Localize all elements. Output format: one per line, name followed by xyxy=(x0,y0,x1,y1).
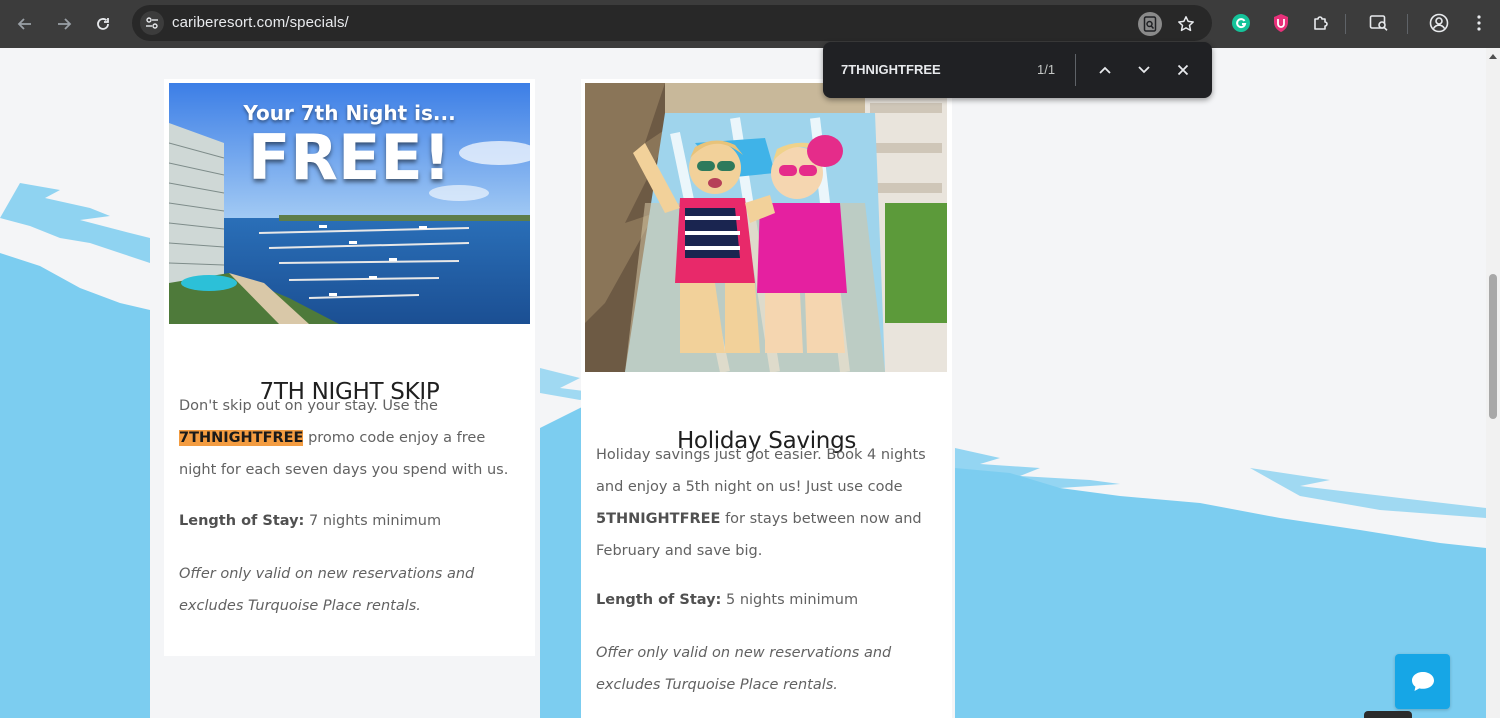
chevron-down-icon xyxy=(1138,66,1150,74)
reading-mode-icon[interactable] xyxy=(1366,10,1392,36)
offer-disclaimer: Offer only valid on new reservations and… xyxy=(179,566,475,614)
menu-kebab-icon[interactable] xyxy=(1466,10,1492,36)
close-icon xyxy=(1177,64,1189,76)
forward-button[interactable] xyxy=(51,11,77,37)
back-button[interactable] xyxy=(12,11,38,37)
scroll-up-arrow-icon[interactable] xyxy=(1489,54,1497,59)
reload-button[interactable] xyxy=(90,11,116,37)
find-in-page-icon[interactable] xyxy=(1138,12,1162,36)
puzzle-extensions-icon[interactable] xyxy=(1308,10,1334,36)
find-in-page-bar: 7THNIGHTFREE 1/1 xyxy=(823,42,1212,98)
grammarly-extension-icon[interactable] xyxy=(1228,10,1254,36)
promo-code-highlight: 7THNIGHTFREE xyxy=(179,430,304,446)
stay-value: 7 nights minimum xyxy=(304,513,442,529)
image-headline-line2: FREE! xyxy=(247,121,452,194)
special-card-holiday: Holiday Savings Holiday savings just got… xyxy=(581,79,952,718)
stay-value: 5 nights minimum xyxy=(721,592,859,608)
special-card-7th-night: Your 7th Night is... FREE! 7TH NIGHT SKI… xyxy=(164,79,535,656)
offer-disclaimer: Offer only valid on new reservations and… xyxy=(596,645,892,693)
stay-label: Length of Stay: xyxy=(179,513,305,529)
bottom-overlay-tab[interactable] xyxy=(1364,711,1412,718)
promo-code: 5THNIGHTFREE xyxy=(596,511,721,527)
find-match-count: 1/1 xyxy=(1037,62,1056,77)
find-previous-button[interactable] xyxy=(1093,58,1117,82)
find-next-button[interactable] xyxy=(1132,58,1156,82)
chat-button[interactable] xyxy=(1395,654,1450,709)
resort-marina-image: Your 7th Night is... FREE! xyxy=(169,83,530,324)
toolbar-divider xyxy=(1407,14,1408,34)
profile-icon[interactable] xyxy=(1426,10,1452,36)
url-text[interactable]: cariberesort.com/specials/ xyxy=(172,14,349,31)
toolbar-divider xyxy=(1345,14,1346,34)
find-query-input[interactable]: 7THNIGHTFREE xyxy=(841,62,941,77)
card-description: Don't skip out on your stay. Use the 7TH… xyxy=(179,390,524,486)
shield-extension-icon[interactable] xyxy=(1268,10,1294,36)
browser-toolbar: cariberesort.com/specials/ xyxy=(0,0,1500,48)
page-viewport: Your 7th Night is... FREE! 7TH NIGHT SKI… xyxy=(0,48,1486,718)
stay-label: Length of Stay: xyxy=(596,592,722,608)
kids-beach-chair-image xyxy=(585,83,947,372)
scrollbar-thumb[interactable] xyxy=(1489,274,1497,419)
chat-bubble-icon xyxy=(1411,671,1434,691)
find-bar-divider xyxy=(1075,54,1076,86)
reload-icon xyxy=(97,18,109,30)
desc-text-pre: Holiday savings just got easier. Book 4 … xyxy=(596,447,926,495)
card-description: Holiday savings just got easier. Book 4 … xyxy=(596,439,941,567)
arrow-left-icon xyxy=(17,18,31,30)
site-info-icon[interactable] xyxy=(140,11,164,35)
length-of-stay: Length of Stay: 7 nights minimum xyxy=(179,505,524,537)
chevron-up-icon xyxy=(1099,66,1111,74)
arrow-right-icon xyxy=(58,18,72,30)
page-scrollbar[interactable] xyxy=(1486,48,1500,718)
desc-text-pre: Don't skip out on your stay. Use the xyxy=(179,398,438,414)
address-bar[interactable]: cariberesort.com/specials/ xyxy=(132,5,1212,41)
bookmark-star-icon[interactable] xyxy=(1174,12,1198,36)
find-close-button[interactable] xyxy=(1171,58,1195,82)
length-of-stay: Length of Stay: 5 nights minimum xyxy=(596,584,941,616)
